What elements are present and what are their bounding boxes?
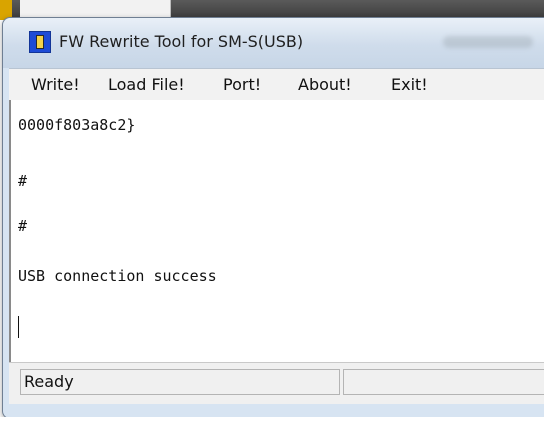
title-bar-controls-blurred <box>443 36 533 48</box>
menu-write[interactable]: Write! <box>31 75 80 94</box>
text-caret <box>18 316 19 338</box>
log-text-area[interactable] <box>9 100 544 362</box>
log-line: # <box>18 172 28 190</box>
status-text: Ready <box>24 372 74 391</box>
menu-about[interactable]: About! <box>298 75 352 94</box>
menu-load-file[interactable]: Load File! <box>108 75 185 94</box>
app-chip-icon <box>29 31 51 53</box>
status-pane-secondary <box>343 369 544 395</box>
bottom-margin <box>0 417 544 434</box>
log-line: USB connection success <box>18 267 217 285</box>
status-bar <box>9 362 544 404</box>
menu-port[interactable]: Port! <box>223 75 261 94</box>
title-bar[interactable]: FW Rewrite Tool for SM-S(USB) <box>3 18 544 68</box>
log-line: 0000f803a8c2} <box>18 116 136 134</box>
app-chip-icon-inner <box>36 35 44 49</box>
log-line: # <box>18 217 28 235</box>
menu-bar: Write! Load File! Port! About! Exit! <box>9 68 544 100</box>
menu-exit[interactable]: Exit! <box>391 75 428 94</box>
window-title: FW Rewrite Tool for SM-S(USB) <box>59 32 304 51</box>
